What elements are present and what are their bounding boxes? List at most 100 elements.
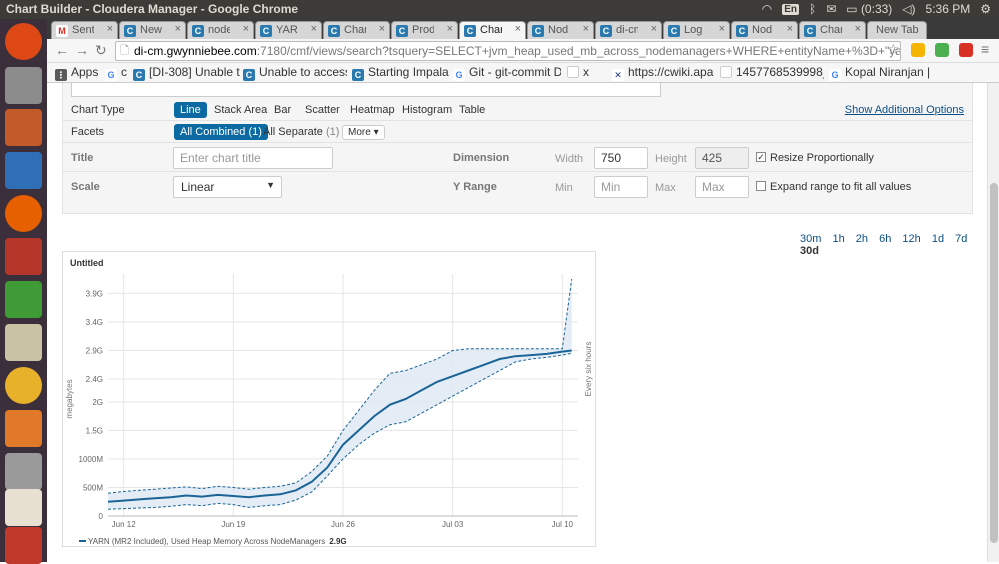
tab-10[interactable]: C Log ×	[663, 21, 730, 39]
tab-1[interactable]: M Sent ×	[51, 21, 118, 39]
firefox-icon[interactable]	[5, 195, 42, 232]
scrollbar-thumb[interactable]	[990, 183, 998, 543]
chart-title-input[interactable]: Enter chart title	[173, 147, 333, 169]
tab-9[interactable]: Cdi-cm×	[595, 21, 662, 39]
ubuntu-dash-icon[interactable]	[5, 23, 42, 60]
mail-icon[interactable]: ✉	[826, 2, 836, 16]
tab-new-tab[interactable]: New Tab	[867, 21, 927, 39]
calc-icon[interactable]	[5, 281, 42, 318]
time-range-30d-selected[interactable]: 30d	[800, 245, 819, 257]
close-tab-icon[interactable]: ×	[243, 23, 249, 35]
chart-type-scatter[interactable]: Scatter	[299, 102, 346, 118]
clock[interactable]: 5:36 PM	[926, 2, 971, 16]
system-settings-icon[interactable]	[5, 238, 42, 275]
query-textarea[interactable]	[71, 83, 661, 97]
chart-type-label: Chart Type	[71, 104, 125, 116]
bookmark-apps[interactable]: ⋮ Apps	[55, 65, 105, 81]
bookmark-6[interactable]: G Git - git-commit D	[453, 65, 561, 81]
extension-icon[interactable]	[911, 43, 925, 57]
bookmark-5[interactable]: C Starting Impala	[352, 65, 452, 81]
tab-12[interactable]: C Char ×	[799, 21, 866, 39]
resize-proportionally-checkbox[interactable]: ✓	[756, 152, 766, 162]
bookmark-10[interactable]: G Kopal Niranjan |	[829, 65, 939, 81]
width-input[interactable]: 750	[594, 147, 648, 169]
volume-icon[interactable]: ◁)	[902, 2, 915, 16]
page-scrollbar[interactable]	[987, 83, 999, 562]
disk-icon[interactable]	[5, 453, 42, 490]
keyboard-indicator[interactable]: En	[782, 3, 799, 15]
chart-type-bar[interactable]: Bar	[268, 102, 297, 118]
tab-8[interactable]: C Nod ×	[527, 21, 594, 39]
chart-type-line[interactable]: Line	[174, 102, 207, 118]
bookmark-9[interactable]: 1457768539998_	[720, 65, 824, 79]
reload-icon[interactable]: ↻	[95, 42, 107, 59]
tab-3[interactable]: Cnode×	[187, 21, 254, 39]
chart-type-table[interactable]: Table	[453, 102, 491, 118]
close-tab-icon[interactable]: ×	[855, 23, 861, 35]
time-range-2h[interactable]: 2h	[856, 233, 868, 245]
extension-icon[interactable]	[959, 43, 973, 57]
more-dropdown-button[interactable]: More ▾	[342, 125, 385, 140]
page-info-icon[interactable]: 🗋	[120, 42, 129, 60]
facet-all-separate[interactable]: All Separate (1)	[257, 124, 345, 140]
close-tab-icon[interactable]: ×	[107, 23, 113, 35]
time-range-1d[interactable]: 1d	[932, 233, 944, 245]
close-tab-icon[interactable]: ×	[583, 23, 589, 35]
settings-gear-icon[interactable]: ⚙	[980, 2, 991, 16]
writer-icon[interactable]	[5, 152, 42, 189]
extension-icon[interactable]	[935, 43, 949, 57]
forward-icon[interactable]: →	[75, 42, 89, 58]
close-tab-icon[interactable]: ×	[175, 23, 181, 35]
files-icon[interactable]	[5, 67, 42, 104]
time-range-30m[interactable]: 30m	[800, 233, 821, 245]
chart-type-stack-area[interactable]: Stack Area	[208, 102, 273, 118]
tab-7-active[interactable]: C Char ×	[459, 21, 526, 39]
expand-range-checkbox[interactable]	[756, 181, 766, 191]
impress-icon[interactable]	[5, 109, 42, 146]
bookmark-star-icon[interactable]: ☆	[887, 41, 900, 58]
tab-6[interactable]: C Prod ×	[391, 21, 458, 39]
show-additional-options-link[interactable]: Show Additional Options	[845, 104, 964, 116]
bookmark-7[interactable]: x	[567, 65, 607, 79]
y-max-input[interactable]: Max	[695, 176, 749, 198]
menu-icon[interactable]: ≡	[981, 41, 989, 57]
amazon-icon[interactable]	[5, 489, 42, 526]
time-range-1h[interactable]: 1h	[832, 233, 844, 245]
x-tick-label: Jun 19	[221, 520, 246, 529]
chart-type-heatmap[interactable]: Heatmap	[344, 102, 401, 118]
height-input[interactable]: 425	[695, 147, 749, 169]
bookmark-8[interactable]: ✕ https://cwiki.apa	[612, 65, 716, 81]
close-tab-icon[interactable]: ×	[651, 23, 657, 35]
time-range-12h[interactable]: 12h	[902, 233, 920, 245]
line-chart[interactable]: 0 500M 1000M 1.5G 2G 2.4G 2.9G 3.4G 3.9G Jun 12 Ju…	[63, 252, 597, 548]
close-tab-icon[interactable]: ×	[379, 23, 385, 35]
back-icon[interactable]: ←	[55, 42, 69, 58]
chrome-icon[interactable]	[5, 367, 42, 404]
facet-all-combined[interactable]: All Combined (1)	[174, 124, 268, 140]
time-range-7d[interactable]: 7d	[955, 233, 967, 245]
chart-type-histogram[interactable]: Histogram	[396, 102, 458, 118]
battery-indicator[interactable]: ▭ (0:33)	[846, 2, 892, 16]
software-center-icon[interactable]	[5, 410, 42, 447]
close-tab-icon[interactable]: ×	[719, 23, 725, 35]
close-tab-icon[interactable]: ×	[787, 23, 793, 35]
bookmark-4[interactable]: C Unable to access	[243, 65, 347, 81]
close-tab-icon[interactable]: ×	[515, 23, 521, 35]
address-bar[interactable]: 🗋 di-cm.gwynniebee.com:7180/cmf/views/se…	[115, 41, 901, 61]
close-tab-icon[interactable]: ×	[447, 23, 453, 35]
tab-5[interactable]: C Char ×	[323, 21, 390, 39]
close-tab-icon[interactable]: ×	[311, 23, 317, 35]
bluetooth-icon[interactable]: ᛒ	[809, 2, 816, 16]
wifi-icon[interactable]: ◠	[762, 2, 772, 16]
scale-select[interactable]: Linear ▼	[173, 176, 282, 198]
text-editor-icon[interactable]	[5, 324, 42, 361]
y-min-input[interactable]: Min	[594, 176, 648, 198]
tab-11[interactable]: C Nod ×	[731, 21, 798, 39]
trash-icon[interactable]	[5, 527, 42, 564]
bookmark-3[interactable]: C [DI-308] Unable t	[133, 65, 243, 81]
tab-4[interactable]: CYARN×	[255, 21, 322, 39]
time-range-6h[interactable]: 6h	[879, 233, 891, 245]
tab-2[interactable]: C New ×	[119, 21, 186, 39]
cloudera-icon: C	[192, 25, 204, 37]
bookmark-2[interactable]: Gc	[105, 65, 129, 81]
